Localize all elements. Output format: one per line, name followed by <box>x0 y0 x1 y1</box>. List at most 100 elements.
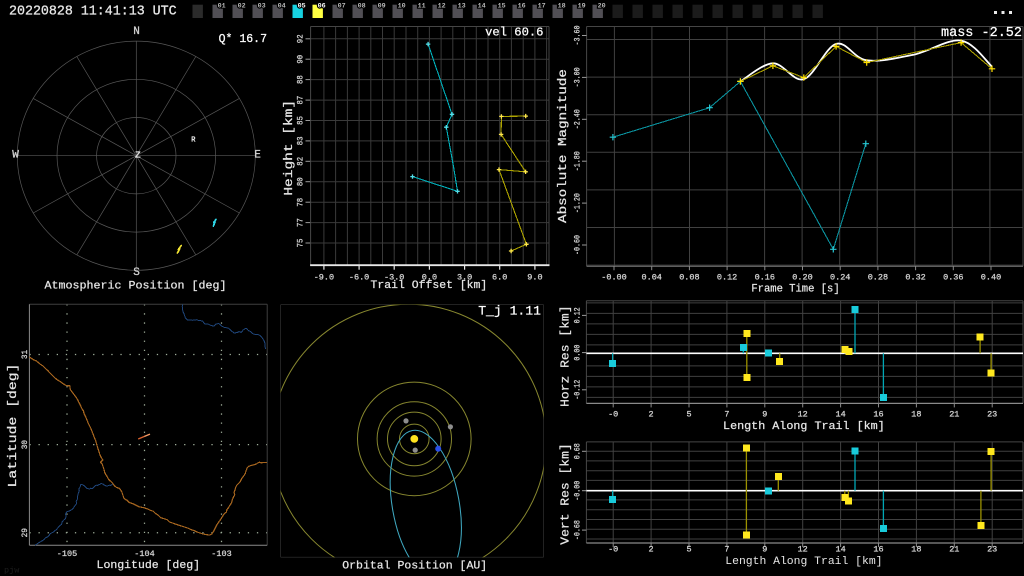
svg-text:13: 13 <box>458 3 466 11</box>
svg-text:0.12: 0.12 <box>572 307 582 323</box>
svg-text:0.32: 0.32 <box>905 273 925 283</box>
svg-text:7: 7 <box>724 545 729 555</box>
svg-text:18: 18 <box>911 545 921 555</box>
svg-text:-3.00: -3.00 <box>572 67 582 87</box>
svg-text:80: 80 <box>296 177 306 186</box>
svg-text:0.00: 0.00 <box>572 345 582 361</box>
svg-text:12: 12 <box>798 409 808 419</box>
svg-text:9.0: 9.0 <box>527 273 542 283</box>
svg-text:87: 87 <box>296 96 306 105</box>
svg-text:16: 16 <box>873 545 883 555</box>
svg-text:23: 23 <box>987 409 997 419</box>
svg-text:29: 29 <box>20 528 30 537</box>
svg-text:E: E <box>254 150 261 162</box>
svg-text:05: 05 <box>298 3 306 11</box>
svg-text:Absolute Magnitude: Absolute Magnitude <box>556 69 570 223</box>
svg-text:18: 18 <box>558 3 566 11</box>
svg-text:0.04: 0.04 <box>642 273 662 283</box>
svg-text:-0.12: -0.12 <box>572 380 582 400</box>
svg-text:Height [km]: Height [km] <box>282 100 296 196</box>
svg-text:Q* 16.7: Q* 16.7 <box>219 33 267 46</box>
svg-text:pjw: pjw <box>4 566 20 576</box>
svg-text:0.12: 0.12 <box>717 273 737 283</box>
svg-text:14: 14 <box>478 3 486 11</box>
svg-text:21: 21 <box>949 409 959 419</box>
svg-text:vel 60.6: vel 60.6 <box>485 26 543 40</box>
svg-text:02: 02 <box>238 3 246 11</box>
svg-text:03: 03 <box>258 3 266 11</box>
svg-text:31: 31 <box>20 350 30 359</box>
svg-text:-2.40: -2.40 <box>572 109 582 129</box>
svg-text:Horz Res [km]: Horz Res [km] <box>559 306 573 407</box>
svg-text:Vert Res [km]: Vert Res [km] <box>559 443 573 544</box>
svg-text:0.20: 0.20 <box>792 273 812 283</box>
svg-text:16: 16 <box>518 3 526 11</box>
svg-text:6.0: 6.0 <box>492 273 507 283</box>
svg-text:15: 15 <box>498 3 506 11</box>
svg-text:-6.0: -6.0 <box>349 273 369 283</box>
svg-text:N: N <box>133 26 140 38</box>
svg-text:20: 20 <box>598 3 606 11</box>
svg-text:82: 82 <box>296 157 306 166</box>
svg-text:Orbital Position [AU]: Orbital Position [AU] <box>342 560 487 572</box>
svg-text:Frame Time [s]: Frame Time [s] <box>751 283 839 295</box>
svg-text:-103: -103 <box>211 549 231 559</box>
svg-text:08: 08 <box>358 3 366 11</box>
svg-text:04: 04 <box>278 3 286 11</box>
svg-text:S: S <box>133 267 140 279</box>
svg-text:7: 7 <box>724 409 729 419</box>
svg-text:5: 5 <box>686 409 691 419</box>
svg-text:Latitude [deg]: Latitude [deg] <box>6 364 20 488</box>
svg-text:9: 9 <box>762 545 767 555</box>
svg-text:-1.80: -1.80 <box>572 151 582 171</box>
svg-text:-0.00: -0.00 <box>572 481 582 501</box>
svg-text:0.40: 0.40 <box>981 273 1001 283</box>
svg-text:0.36: 0.36 <box>943 273 963 283</box>
svg-text:0.24: 0.24 <box>830 273 850 283</box>
svg-text:-0: -0 <box>608 409 618 419</box>
svg-text:23: 23 <box>987 545 997 555</box>
svg-text:Atmospheric Position [deg]: Atmospheric Position [deg] <box>45 280 227 292</box>
svg-text:5: 5 <box>686 545 691 555</box>
svg-text:77: 77 <box>296 218 306 227</box>
svg-text:75: 75 <box>296 239 306 248</box>
svg-text:9: 9 <box>762 409 767 419</box>
svg-text:mass -2.52: mass -2.52 <box>941 26 1022 41</box>
svg-text:16: 16 <box>873 409 883 419</box>
svg-text:-0.60: -0.60 <box>572 235 582 255</box>
svg-text:0.28: 0.28 <box>868 273 888 283</box>
svg-text:-0.00: -0.00 <box>601 273 627 283</box>
svg-text:85: 85 <box>296 116 306 125</box>
svg-text:06: 06 <box>318 3 326 11</box>
svg-text:Longitude [deg]: Longitude [deg] <box>97 560 201 572</box>
svg-text:0.16: 0.16 <box>755 273 775 283</box>
svg-text:12: 12 <box>798 545 808 555</box>
svg-text:88: 88 <box>296 75 306 84</box>
svg-text:07: 07 <box>338 3 346 11</box>
svg-text:Length Along Trail [km]: Length Along Trail [km] <box>725 556 882 568</box>
svg-text:12: 12 <box>438 3 446 11</box>
svg-text:83: 83 <box>296 137 306 146</box>
svg-text:01: 01 <box>218 3 226 11</box>
svg-text:-0.68: -0.68 <box>572 520 582 540</box>
svg-text:-9.0: -9.0 <box>314 273 334 283</box>
svg-text:Length Along Trail [km]: Length Along Trail [km] <box>723 421 885 433</box>
svg-text:2: 2 <box>649 409 654 419</box>
svg-text:19: 19 <box>578 3 586 11</box>
svg-text:09: 09 <box>378 3 386 11</box>
svg-text:W: W <box>12 150 19 162</box>
svg-text:14: 14 <box>836 545 846 555</box>
svg-text:11: 11 <box>418 3 426 11</box>
svg-text:10: 10 <box>398 3 406 11</box>
svg-text:-3.60: -3.60 <box>572 26 582 46</box>
svg-text:78: 78 <box>296 198 306 207</box>
svg-text:-104: -104 <box>134 549 154 559</box>
svg-text:30: 30 <box>20 440 30 449</box>
svg-text:14: 14 <box>836 409 846 419</box>
svg-text:-105: -105 <box>57 549 77 559</box>
svg-text:0.08: 0.08 <box>679 273 699 283</box>
svg-text:2: 2 <box>649 545 654 555</box>
svg-text:-0: -0 <box>608 545 618 555</box>
svg-text:18: 18 <box>911 409 921 419</box>
svg-text:-1.20: -1.20 <box>572 193 582 213</box>
